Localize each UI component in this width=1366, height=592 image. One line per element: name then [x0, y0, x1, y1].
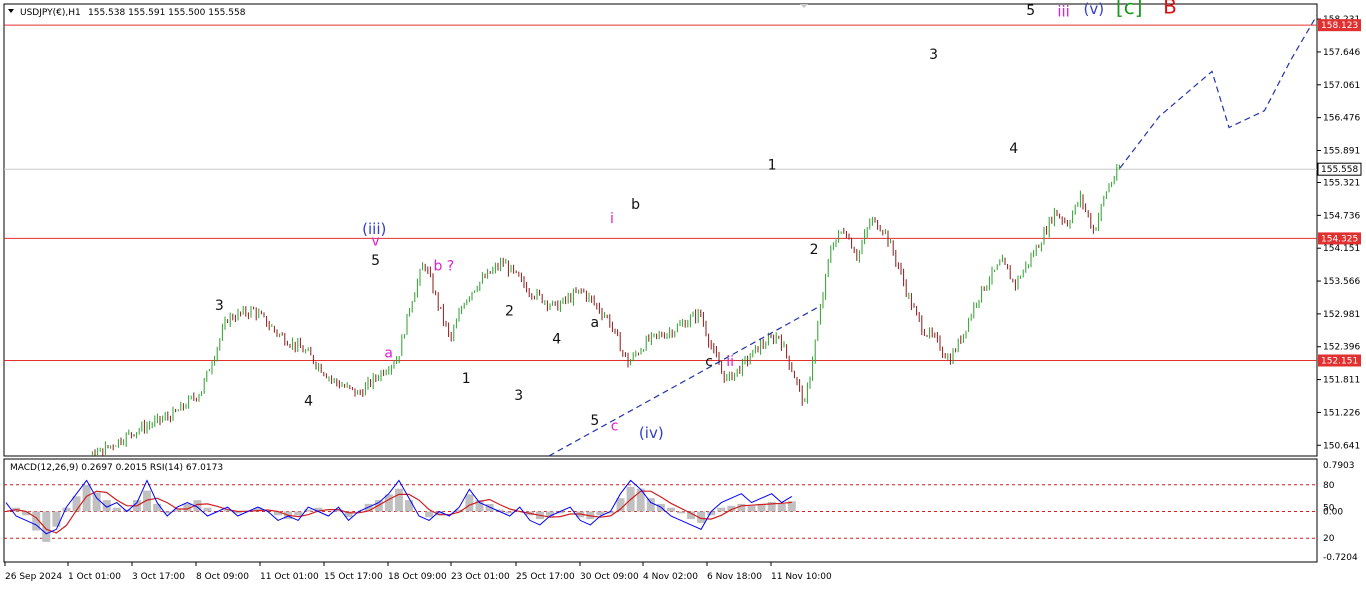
wave-label: a: [591, 315, 600, 331]
macd-histogram-bar: [646, 498, 655, 512]
wave-label: 5: [1026, 3, 1035, 19]
time-label: 1 Oct 01:00: [68, 572, 121, 582]
indicator-label: MACD(12,26,9) 0.2697 0.2015 RSI(14) 67.0…: [10, 463, 223, 473]
price-tick-label: 155.321: [1323, 178, 1360, 188]
level-price-label: 158.123: [1321, 21, 1358, 31]
level-price-label: 152.151: [1321, 356, 1358, 366]
macd-histogram-bar: [666, 507, 675, 512]
macd-histogram-bar: [425, 511, 434, 518]
macd-histogram-bar: [92, 492, 101, 512]
price-tick-label: 152.981: [1323, 310, 1360, 320]
time-label: 25 Oct 17:00: [516, 572, 575, 582]
wave-label: B: [1163, 0, 1177, 19]
wave-label: [c]: [1116, 0, 1143, 19]
wave-label: 5: [590, 413, 599, 429]
trading-chart-window[interactable]: USDJPY(€),H1 155.538 155.591 155.500 155…: [0, 0, 1366, 588]
macd-histogram-bar: [636, 488, 645, 512]
price-tick-label: 151.811: [1323, 376, 1360, 386]
macd-histogram-bar: [394, 488, 403, 512]
time-label: 23 Oct 01:00: [451, 572, 510, 582]
wave-label: 5: [371, 253, 380, 269]
wave-label: 3: [215, 298, 224, 314]
price-tick-label: 151.226: [1323, 408, 1360, 418]
price-tick-label: 155.891: [1323, 146, 1360, 156]
time-label: 6 Nov 18:00: [707, 572, 762, 582]
wave-label: c: [611, 419, 619, 435]
macd-histogram-bar: [485, 503, 494, 512]
macd-scale-label: -0.7204: [1323, 553, 1358, 563]
wave-label: b: [631, 197, 640, 213]
wave-label: ii: [726, 354, 734, 370]
rsi-scale-label: 20: [1323, 534, 1335, 544]
macd-histogram-bar: [465, 494, 474, 512]
price-tick-label: 154.736: [1323, 211, 1360, 221]
macd-histogram-bar: [747, 505, 756, 512]
macd-histogram-bar: [82, 484, 91, 512]
time-label: 11 Oct 01:00: [260, 572, 319, 582]
wave-label: 3: [514, 388, 523, 404]
wave-label: c: [705, 354, 713, 370]
time-label: 4 Nov 02:00: [643, 572, 698, 582]
wave-label: b ?: [433, 259, 454, 275]
price-tick-label: 156.476: [1323, 114, 1360, 124]
time-label: 11 Nov 10:00: [771, 572, 832, 582]
wave-label: (iv): [639, 424, 664, 442]
price-tick-label: 150.641: [1323, 441, 1360, 451]
wave-label: 2: [505, 304, 514, 320]
ohlc-quote: 155.538 155.591 155.500 155.558: [88, 8, 246, 18]
wave-label: v: [371, 233, 379, 249]
macd-histogram-bar: [52, 511, 61, 527]
wave-label: iii: [1057, 2, 1070, 20]
macd-histogram-bar: [62, 507, 71, 512]
wave-label: 1: [462, 371, 471, 387]
time-label: 30 Oct 09:00: [580, 572, 639, 582]
price-chart-pane[interactable]: [3, 3, 1318, 457]
macd-histogram-bar: [203, 507, 212, 512]
macd-histogram-bar: [153, 503, 162, 512]
price-tick-label: 157.646: [1323, 48, 1360, 58]
rsi-scale-label: 50: [1323, 504, 1335, 514]
wave-label: (v): [1083, 0, 1104, 18]
time-label: 18 Oct 09:00: [388, 572, 447, 582]
wave-label: 4: [552, 332, 561, 348]
level-price-label: 154.325: [1321, 234, 1358, 244]
macd-histogram-bar: [717, 507, 726, 512]
symbol-label: USDJPY(€),H1: [20, 8, 81, 18]
price-tick-label: 153.566: [1323, 277, 1360, 287]
wave-label: 4: [304, 393, 313, 409]
price-tick-label: 154.151: [1323, 244, 1360, 254]
price-tick-label: 152.396: [1323, 343, 1360, 353]
chart-canvas[interactable]: USDJPY(€),H1 155.538 155.591 155.500 155…: [0, 0, 1366, 588]
rsi-scale-label: 80: [1323, 481, 1335, 491]
time-label: 3 Oct 17:00: [132, 572, 185, 582]
macd-scale-label: 0.7903: [1323, 461, 1355, 471]
wave-label: 3: [929, 47, 938, 63]
time-label: 8 Oct 09:00: [196, 572, 249, 582]
macd-histogram-bar: [404, 500, 413, 512]
current-price-label: 155.558: [1321, 165, 1358, 175]
wave-label: 4: [1009, 141, 1018, 157]
wave-label: 2: [810, 242, 819, 258]
macd-histogram-bar: [676, 511, 685, 514]
time-label: 26 Sep 2024: [5, 572, 62, 582]
wave-label: i: [610, 211, 614, 227]
wave-label: 1: [768, 158, 777, 174]
price-tick-label: 157.061: [1323, 81, 1360, 91]
time-label: 15 Oct 17:00: [324, 572, 383, 582]
macd-histogram-bar: [777, 503, 786, 512]
macd-histogram-bar: [294, 511, 303, 516]
wave-label: a: [384, 346, 393, 362]
macd-histogram-bar: [112, 507, 121, 512]
macd-histogram-bar: [384, 494, 393, 512]
